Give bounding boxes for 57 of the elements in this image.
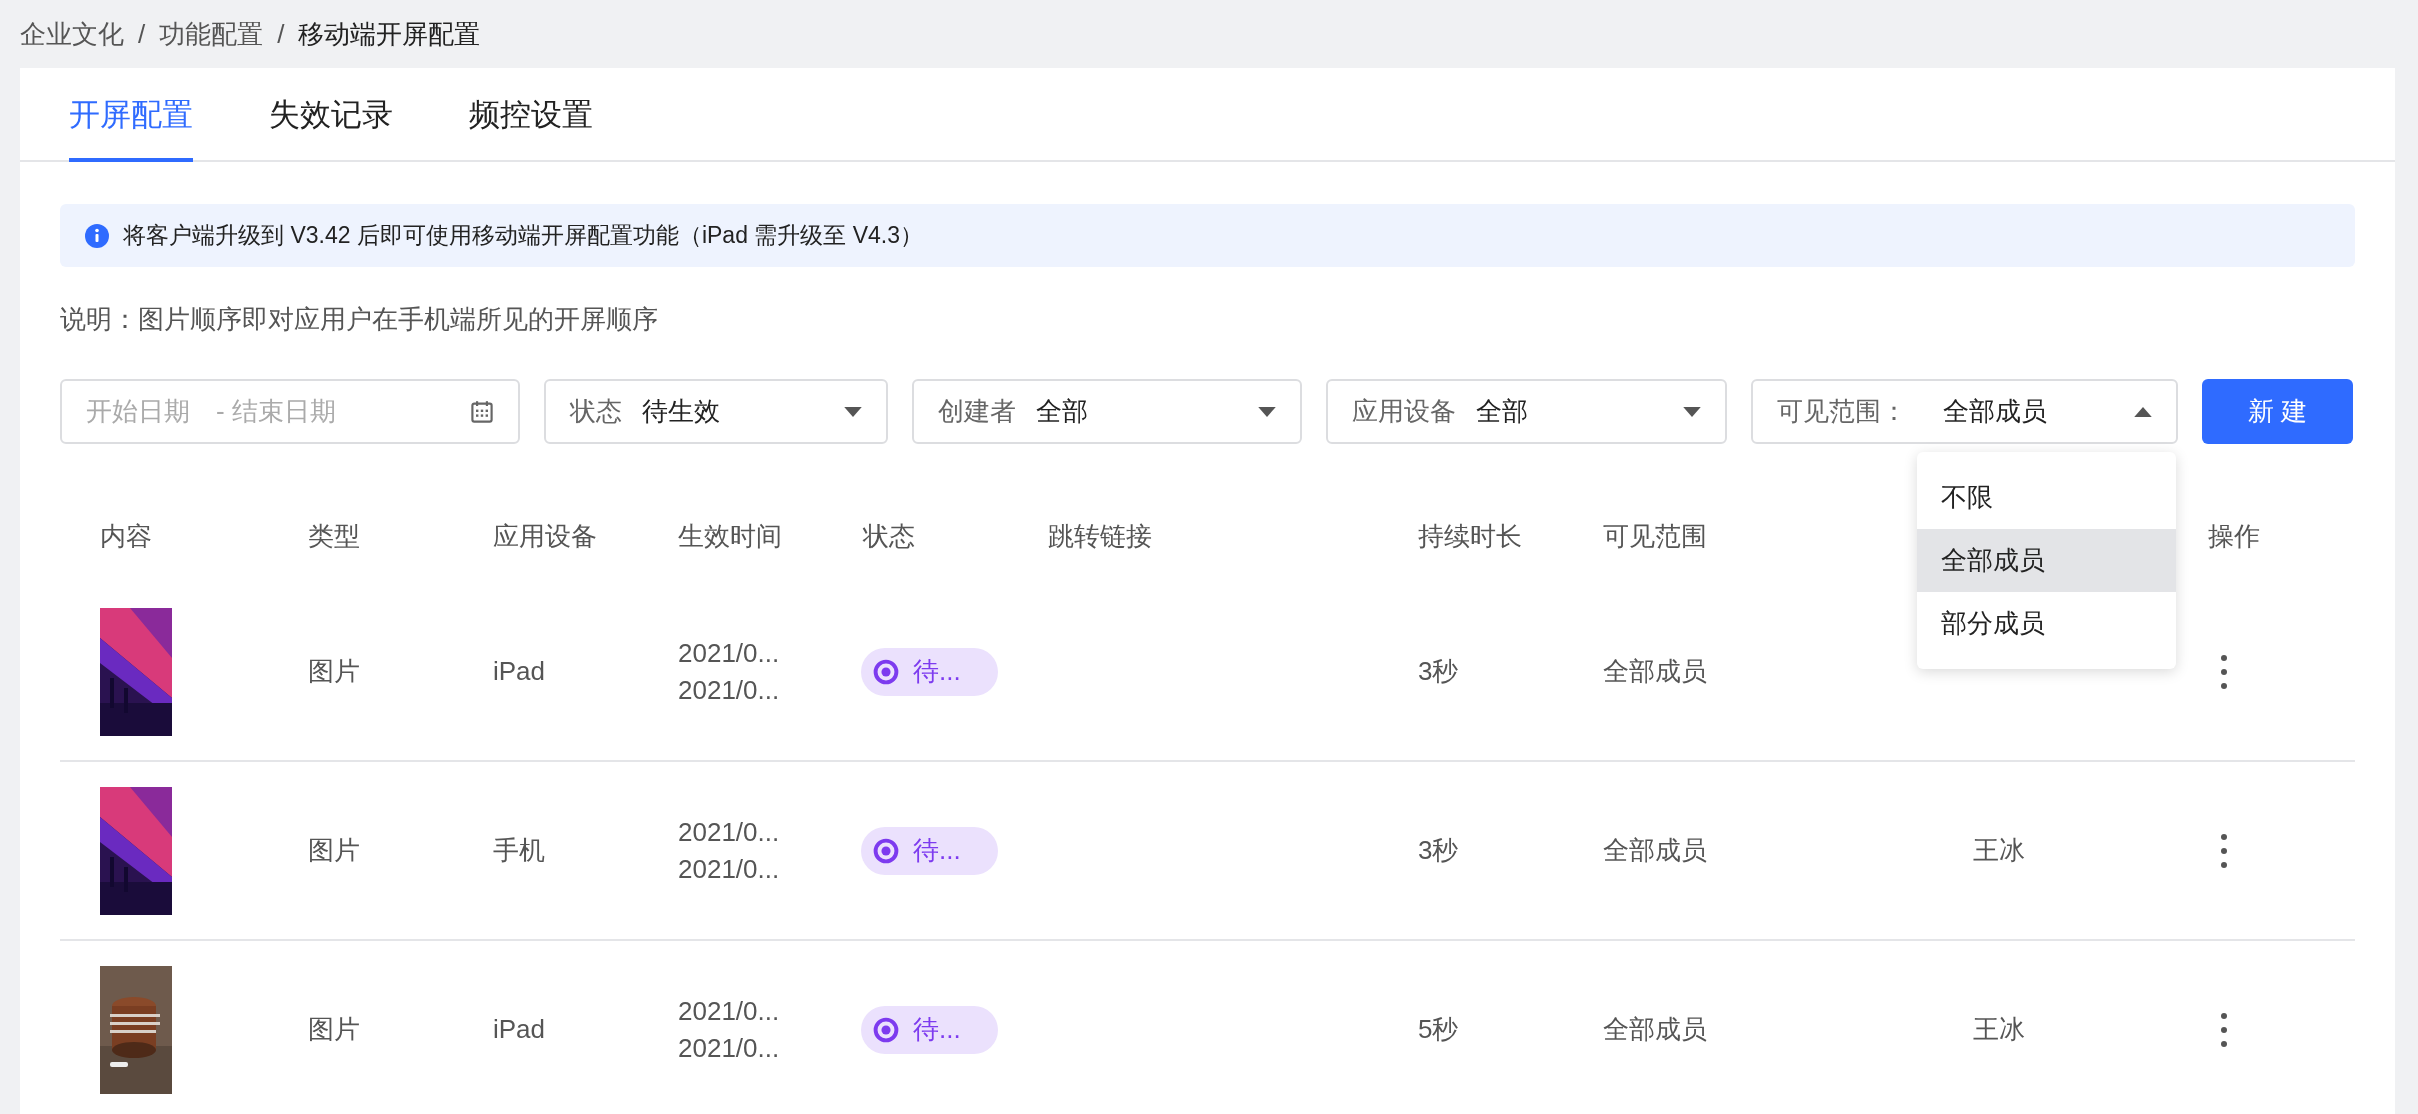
time-text: 2021/0... (678, 816, 781, 848)
column-header: 可见范围 (1603, 520, 1708, 553)
table-cell-text: 手机 (493, 834, 546, 867)
column-header: 持续时长 (1418, 520, 1523, 553)
dropdown-option[interactable]: 部分成员 (1917, 592, 2176, 655)
table-cell-text: 3秒 (1418, 834, 1460, 867)
info-icon (85, 223, 109, 248)
time-text: 2021/0... (678, 995, 781, 1027)
calendar-icon (470, 399, 494, 424)
breadcrumb-item[interactable]: 功能配置 (159, 16, 264, 52)
status-badge: 待... (861, 647, 998, 696)
table-cell-text: 全部成员 (1603, 834, 1708, 867)
more-icon[interactable] (2220, 653, 2228, 690)
more-icon[interactable] (2220, 1011, 2228, 1048)
time-text: 2021/0... (678, 853, 781, 885)
table-cell-text: 图片 (308, 834, 361, 867)
filter-select[interactable]: 状态 待生效 (544, 379, 888, 444)
table-cell-text: iPad (493, 656, 547, 687)
more-icon[interactable] (2220, 832, 2228, 869)
new-button[interactable]: 新 建 (2202, 379, 2353, 444)
table-cell-text: 全部成员 (1603, 1013, 1708, 1046)
dropdown-option[interactable]: 全部成员 (1917, 529, 2176, 592)
dropdown-option[interactable]: 不限 (1917, 466, 2176, 529)
column-header: 内容 (100, 520, 153, 553)
status-icon (873, 658, 899, 685)
breadcrumb-separator: / (277, 18, 285, 50)
breadcrumb-item: 移动端开屏配置 (298, 17, 481, 51)
table-cell-text: 全部成员 (1603, 655, 1708, 688)
column-header: 状态 (863, 520, 916, 553)
status-badge: 待... (861, 1005, 998, 1054)
table-cell-text: 3秒 (1418, 655, 1460, 688)
tab[interactable]: 开屏配置 (69, 68, 193, 162)
table-cell-text: 图片 (308, 1013, 361, 1046)
description-text: 说明：图片顺序即对应用户在手机端所见的开屏顺序 (60, 304, 659, 334)
filter-select[interactable]: 应用设备 全部 (1326, 379, 1727, 444)
column-header: 生效时间 (678, 520, 783, 553)
table-cell-text: 王冰 (1973, 834, 2026, 867)
status-icon (873, 1016, 899, 1043)
column-header: 操作 (2208, 520, 2261, 553)
banner-text: 将客户端升级到 V3.42 后即可使用移动端开屏配置功能（iPad 需升级至 V4.3） (123, 221, 923, 250)
column-header: 应用设备 (493, 520, 598, 553)
time-text: 2021/0... (678, 637, 781, 669)
filter-select[interactable]: 创建者 全部 (912, 379, 1302, 444)
table-cell-text: iPad (493, 1014, 547, 1045)
time-text: 2021/0... (678, 674, 781, 706)
tab[interactable]: 频控设置 (469, 68, 593, 162)
status-icon (873, 837, 899, 864)
table-cell-text: 图片 (308, 655, 361, 688)
status-badge: 待... (861, 826, 998, 875)
breadcrumb-item[interactable]: 企业文化 (20, 16, 124, 52)
table-cell-text: 王冰 (1973, 1013, 2026, 1046)
column-header: 跳转链接 (1048, 520, 1153, 553)
column-header: 类型 (308, 520, 361, 553)
time-text: 2021/0... (678, 1032, 781, 1064)
breadcrumb-separator: / (138, 18, 146, 50)
table-cell-text: 5秒 (1418, 1013, 1460, 1046)
tab[interactable]: 失效记录 (269, 68, 393, 162)
